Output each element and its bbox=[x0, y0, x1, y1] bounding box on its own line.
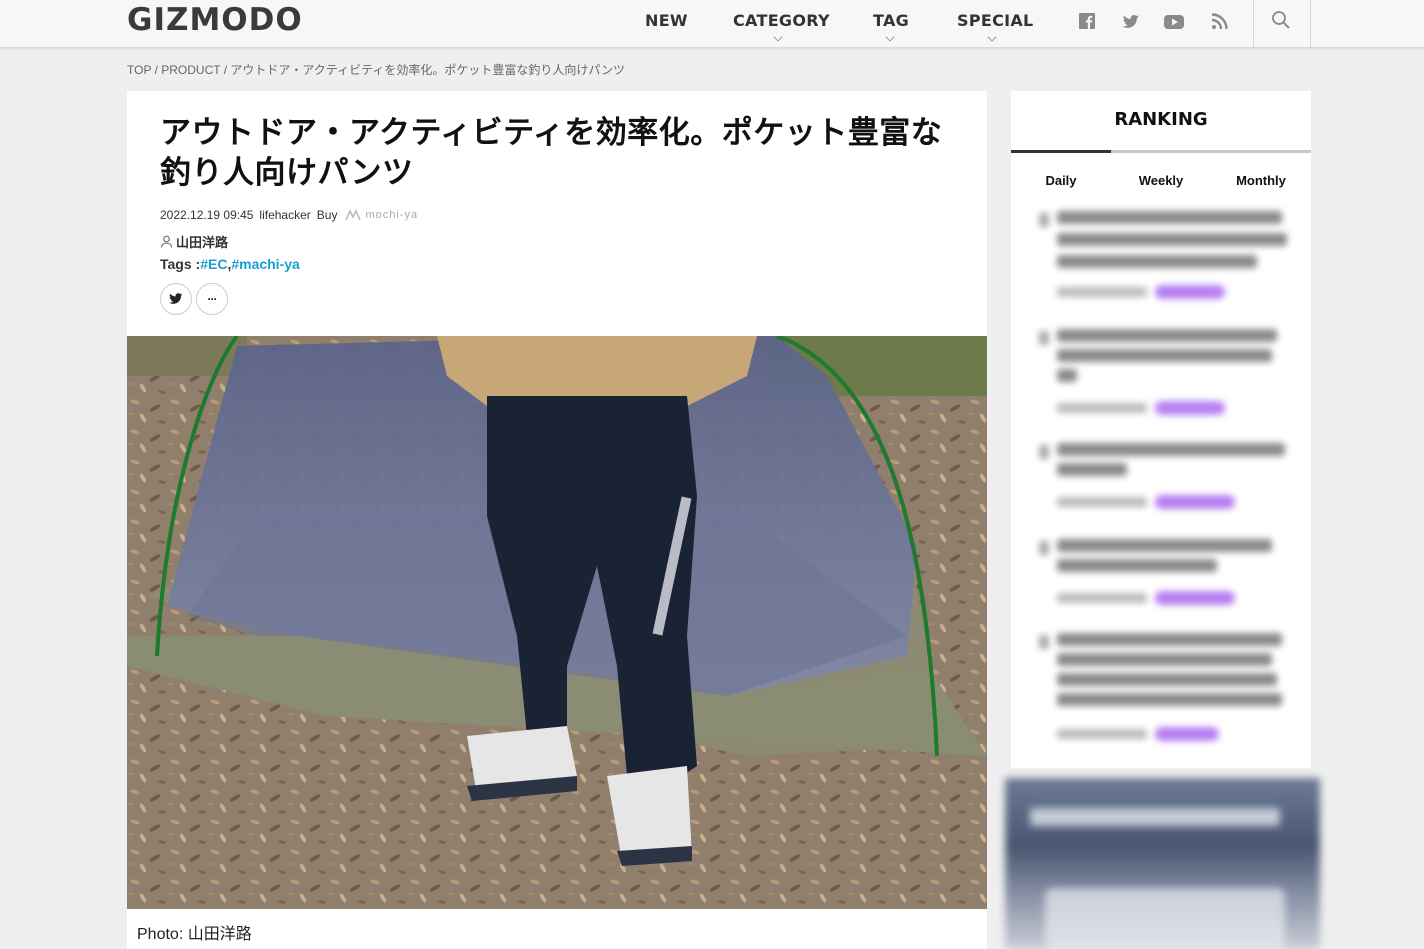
article-card: アウトドア・アクティビティを効率化。ポケット豊富な釣り人向けパンツ 2022.1… bbox=[127, 91, 987, 949]
page-title: アウトドア・アクティビティを効率化。ポケット豊富な釣り人向けパンツ bbox=[160, 115, 943, 191]
nav-tag[interactable]: TAG bbox=[873, 11, 909, 30]
article-source[interactable]: lifehacker bbox=[259, 208, 310, 222]
ranking-item[interactable] bbox=[1035, 537, 1290, 617]
rss-icon[interactable] bbox=[1210, 12, 1230, 32]
ranking-item[interactable] bbox=[1035, 631, 1290, 751]
ranking-item[interactable] bbox=[1035, 441, 1290, 521]
breadcrumb: TOP / PRODUCT / アウトドア・アクティビティを効率化。ポケット豊富… bbox=[127, 61, 625, 78]
partner-logo-text: mochi-ya bbox=[365, 209, 419, 221]
breadcrumb-separator: / bbox=[220, 63, 231, 77]
breadcrumb-current: アウトドア・アクティビティを効率化。ポケット豊富な釣り人向けパンツ bbox=[230, 63, 625, 77]
facebook-icon[interactable] bbox=[1078, 12, 1098, 32]
site-logo[interactable]: GIZMODO bbox=[127, 2, 303, 38]
partner-logo: mochi-ya bbox=[345, 209, 418, 221]
tab-weekly[interactable]: Weekly bbox=[1111, 173, 1211, 188]
article-type[interactable]: Buy bbox=[317, 208, 338, 222]
twitter-icon[interactable] bbox=[1121, 12, 1141, 32]
header-divider bbox=[1310, 0, 1311, 48]
breadcrumb-top[interactable]: TOP bbox=[127, 63, 151, 77]
chevron-down-icon bbox=[987, 32, 997, 42]
article-tags: Tags :#EC,#machi-ya bbox=[160, 256, 300, 272]
breadcrumb-product[interactable]: PRODUCT bbox=[161, 63, 220, 77]
site-header: GIZMODO NEW CATEGORY TAG SPECIAL bbox=[0, 0, 1424, 48]
nav-category[interactable]: CATEGORY bbox=[733, 11, 830, 30]
author[interactable]: 山田洋路 bbox=[160, 232, 228, 251]
article-datetime: 2022.12.19 09:45 bbox=[160, 208, 254, 222]
tab-monthly[interactable]: Monthly bbox=[1211, 173, 1311, 188]
ranking-tab-indicator bbox=[1011, 150, 1111, 153]
ranking-item[interactable] bbox=[1035, 209, 1290, 309]
author-name[interactable]: 山田洋路 bbox=[176, 232, 228, 251]
tags-label: Tags : bbox=[160, 256, 201, 272]
youtube-icon[interactable] bbox=[1163, 12, 1185, 32]
more-icon: ··· bbox=[207, 292, 218, 306]
chevron-down-icon bbox=[773, 32, 783, 42]
user-icon bbox=[160, 235, 173, 248]
photo-caption: Photo: 山田洋路 bbox=[137, 926, 252, 943]
promo-banner[interactable] bbox=[1005, 778, 1320, 949]
share-more-button[interactable]: ··· bbox=[196, 283, 228, 315]
share-twitter-button[interactable] bbox=[160, 283, 192, 315]
mochi-ya-logo-icon bbox=[345, 209, 362, 221]
article-meta: 2022.12.19 09:45 lifehacker Buy mochi-ya bbox=[160, 208, 418, 222]
tag-link[interactable]: #machi-ya bbox=[231, 256, 299, 272]
nav-special[interactable]: SPECIAL bbox=[957, 11, 1034, 30]
ranking-item[interactable] bbox=[1035, 327, 1290, 427]
tag-link[interactable]: #EC bbox=[200, 256, 227, 272]
nav-new[interactable]: NEW bbox=[645, 11, 688, 30]
article-photo bbox=[127, 336, 987, 909]
ranking-panel: RANKING Daily Weekly Monthly bbox=[1011, 91, 1311, 768]
breadcrumb-separator: / bbox=[151, 63, 162, 77]
search-icon[interactable] bbox=[1271, 10, 1291, 30]
twitter-icon bbox=[169, 293, 183, 304]
tab-daily[interactable]: Daily bbox=[1011, 173, 1111, 188]
header-divider bbox=[1253, 0, 1254, 48]
ranking-title: RANKING bbox=[1114, 109, 1208, 130]
chevron-down-icon bbox=[885, 32, 895, 42]
